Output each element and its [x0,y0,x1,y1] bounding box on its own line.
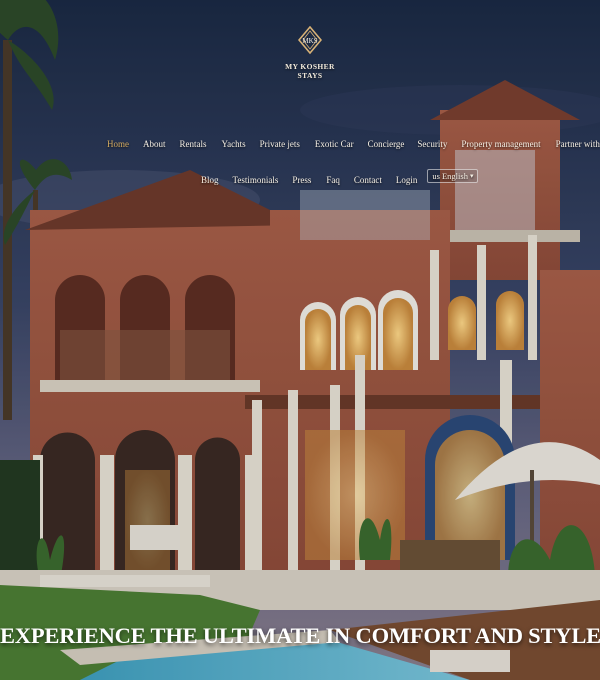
nav-yachts[interactable]: Yachts [222,139,246,149]
chevron-down-icon: ▾ [469,172,474,180]
nav-login[interactable]: Login [396,175,418,185]
nav-blog[interactable]: Blog [201,175,219,185]
hero-section: MKS MY KOSHER STAYS Home About Rentals Y… [0,0,600,680]
nav-private-jets[interactable]: Private jets [260,139,300,149]
main-nav-row-2: Blog Testimonials Press Faq Contact Logi… [201,169,479,185]
nav-press[interactable]: Press [292,175,311,185]
nav-testimonials[interactable]: Testimonials [233,175,279,185]
nav-exotic-car[interactable]: Exotic Car [315,139,354,149]
nav-faq[interactable]: Faq [326,175,340,185]
nav-concierge[interactable]: Concierge [368,139,405,149]
nav-contact[interactable]: Contact [354,175,382,185]
main-nav-row-1: Home About Rentals Yachts Private jets E… [107,139,600,149]
brand-logo[interactable]: MKS MY KOSHER STAYS [270,26,350,80]
brand-name: MY KOSHER STAYS [285,62,335,80]
hero-headline: EXPERIENCE THE ULTIMATE IN COMFORT AND S… [0,623,600,648]
language-selector[interactable]: us English ▾ [427,169,479,183]
nav-security[interactable]: Security [417,139,447,149]
villa-background-image [0,0,600,680]
nav-partner-with-us[interactable]: Partner with us [556,139,600,149]
nav-home[interactable]: Home [107,139,129,149]
language-label: English [441,171,468,181]
nav-about[interactable]: About [143,139,166,149]
nav-rentals[interactable]: Rentals [180,139,207,149]
mks-monogram-icon: MKS [298,26,322,55]
language-flag-code: us [432,171,440,181]
nav-property-management[interactable]: Property management [461,139,540,149]
brand-monogram: MKS [302,37,317,45]
